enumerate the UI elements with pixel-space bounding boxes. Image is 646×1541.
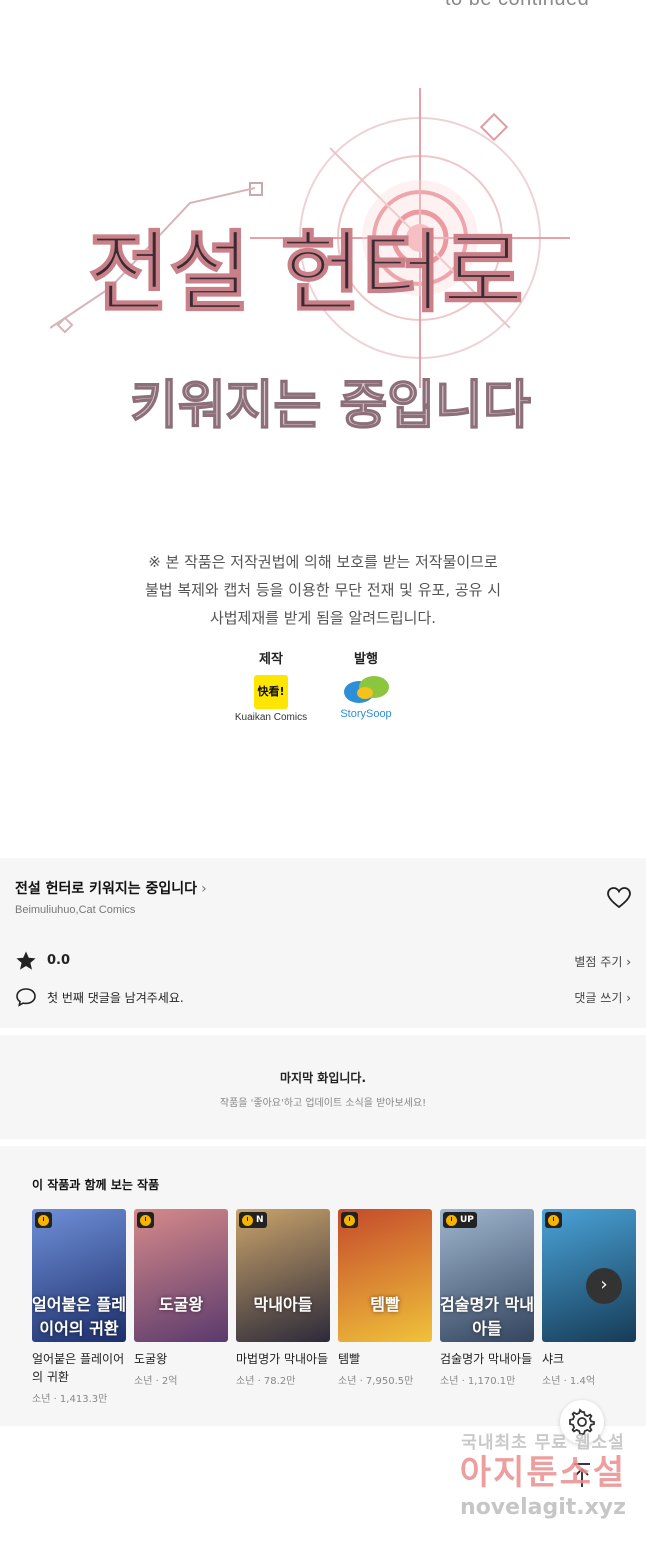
- recommendation-card[interactable]: UP 검술명가 막내아들 검술명가 막내아들 소년 · 1,170.1만: [440, 1209, 534, 1387]
- production-label: 제작: [259, 652, 283, 667]
- svg-text:키워지는 중입니다: 키워지는 중입니다: [130, 375, 531, 436]
- heart-icon[interactable]: [606, 886, 632, 910]
- storysoop-logo: [341, 675, 391, 705]
- copyright-notice: ※ 본 작품은 저작권법에 의해 보호를 받는 저작물이므로 불법 복제와 캡처…: [0, 548, 646, 632]
- recommendation-meta: 소년 · 7,950.5만: [338, 1376, 414, 1387]
- recommendation-carousel[interactable]: 얼어붙은 플레이어의 귀환 얼어붙은 플레이어의 귀환 소년 · 1,413.3만 도…: [32, 1209, 646, 1409]
- write-comment-button[interactable]: 댓글 쓰기 ›: [574, 989, 631, 1006]
- wait-free-badge: N: [239, 1212, 267, 1228]
- recommendation-meta: 소년 · 1,413.3만: [32, 1394, 108, 1405]
- recommendation-card[interactable]: 샤크소년 · 1.4억: [542, 1209, 636, 1387]
- comic-title-logo: 전설 헌터로 키워지는 중입니다: [49, 88, 580, 448]
- recommendation-thumbnail: 도굴왕: [134, 1209, 228, 1342]
- carousel-next-button[interactable]: ›: [586, 1268, 622, 1304]
- credits: 제작 快看! Kuaikan Comics 발행 StorySoop: [0, 648, 646, 728]
- series-authors: Beimuliuhuo,Cat Comics: [15, 904, 136, 916]
- clock-icon: [446, 1214, 457, 1226]
- series-title: 전설 헌터로 키워지는 중입니다: [15, 881, 198, 897]
- recommendation-card[interactable]: 도굴왕 도굴왕 소년 · 2억: [134, 1209, 228, 1387]
- recommendation-title: 검술명가 막내아들: [440, 1352, 533, 1366]
- wait-free-badge: [341, 1212, 358, 1228]
- production-name: Kuaikan Comics: [234, 712, 308, 723]
- publisher-name: StorySoop: [340, 708, 392, 720]
- chevron-right-icon: ›: [201, 881, 207, 897]
- watermark-line2: 아지툰소설: [459, 1453, 627, 1493]
- recommendation-thumbnail: UP 검술명가 막내아들: [440, 1209, 534, 1342]
- recommendation-meta: 소년 · 2억: [134, 1376, 178, 1387]
- clock-icon: [344, 1214, 355, 1226]
- badge-label: UP: [460, 1215, 474, 1225]
- last-episode-title: 마지막 화입니다.: [279, 1071, 367, 1085]
- site-watermark: 국내최초 무료 웹소설 아지툰소설 novelagit.xyz: [440, 1428, 646, 1520]
- svg-text:전설 헌터로: 전설 헌터로: [88, 220, 523, 324]
- comment-prompt: 첫 번째 댓글을 남겨주세요.: [47, 991, 184, 1005]
- recommendation-card[interactable]: N 막내아들마법명가 막내아들소년 · 78.2만: [236, 1209, 330, 1387]
- viewer-page: to be continued 전설 헌터로 키워지는: [0, 0, 646, 1541]
- recommendation-thumbnail: 템빨: [338, 1209, 432, 1342]
- recommendation-meta: 소년 · 1,170.1만: [440, 1376, 516, 1387]
- notice-line: 불법 복제와 캡처 등을 이용한 무단 전재 및 유포, 공유 시: [144, 581, 502, 599]
- clock-icon: [242, 1214, 253, 1226]
- publisher-credit: 발행 StorySoop: [330, 648, 402, 720]
- recommendations-heading: 이 작품과 함께 보는 작품: [32, 1178, 160, 1192]
- series-info-panel: 전설 헌터로 키워지는 중입니다 › Beimuliuhuo,Cat Comics…: [0, 858, 646, 1028]
- wait-free-badge: [137, 1212, 154, 1228]
- recommendation-thumbnail: 얼어붙은 플레이어의 귀환: [32, 1209, 126, 1342]
- cover-title-art: 얼어붙은 플레이어의 귀환: [32, 1295, 126, 1338]
- cover-title-art: 도굴왕: [158, 1295, 204, 1314]
- last-episode-subtitle: 작품을 '좋아요'하고 업데이트 소식을 받아보세요!: [219, 1098, 427, 1109]
- recommendation-title: 템빨: [338, 1352, 361, 1366]
- watermark-line1: 국내최초 무료 웹소설: [461, 1433, 625, 1453]
- write-comment-label: 댓글 쓰기: [574, 991, 623, 1005]
- recommendation-card[interactable]: 얼어붙은 플레이어의 귀환 얼어붙은 플레이어의 귀환 소년 · 1,413.3만: [32, 1209, 126, 1405]
- recommendation-title: 마법명가 막내아들: [236, 1352, 329, 1366]
- recommendation-title: 샤크: [542, 1352, 565, 1366]
- rating-value: 0.0: [47, 953, 71, 968]
- publisher-label: 발행: [354, 652, 378, 667]
- clock-icon: [140, 1214, 151, 1226]
- recommendation-title: 얼어붙은 플레이어의 귀환: [32, 1352, 125, 1384]
- rating-row: 0.0 별점 주기 ›: [15, 950, 631, 974]
- to-be-continued-text: to be continued: [445, 0, 589, 11]
- rate-button-label: 별점 주기: [574, 955, 623, 969]
- wait-free-badge: UP: [443, 1212, 477, 1228]
- comment-row: 첫 번째 댓글을 남겨주세요. 댓글 쓰기 ›: [15, 986, 631, 1010]
- clock-icon: [38, 1214, 49, 1226]
- watermark-line3: novelagit.xyz: [460, 1495, 626, 1520]
- wait-free-badge: [545, 1212, 562, 1228]
- wait-free-badge: [35, 1212, 52, 1228]
- star-icon: [16, 951, 36, 970]
- cover-title-art: 검술명가 막내아들: [440, 1295, 534, 1338]
- recommendations-section: 이 작품과 함께 보는 작품 얼어붙은 플레이어의 귀환 얼어붙은 플레이어의 귀…: [0, 1146, 646, 1426]
- series-title-link[interactable]: 전설 헌터로 키워지는 중입니다 ›: [15, 878, 207, 898]
- rate-button[interactable]: 별점 주기 ›: [574, 953, 631, 970]
- recommendation-thumbnail: N 막내아들: [236, 1209, 330, 1342]
- last-episode-banner: 마지막 화입니다. 작품을 '좋아요'하고 업데이트 소식을 받아보세요!: [0, 1035, 646, 1139]
- production-credit: 제작 快看! Kuaikan Comics: [232, 648, 310, 723]
- badge-label: N: [256, 1215, 264, 1225]
- notice-line: ※ 본 작품은 저작권법에 의해 보호를 받는 저작물이므로: [148, 553, 498, 571]
- cover-title-art: 템빨: [370, 1295, 400, 1314]
- clock-icon: [548, 1214, 559, 1226]
- cover-title-art: 막내아들: [253, 1295, 313, 1314]
- comment-bubble-icon: [16, 988, 36, 1007]
- recommendation-meta: 소년 · 78.2만: [236, 1376, 296, 1387]
- recommendation-title: 도굴왕: [134, 1352, 168, 1366]
- recommendation-meta: 소년 · 1.4억: [542, 1376, 596, 1387]
- kuaikan-logo: 快看!: [254, 675, 288, 709]
- recommendation-card[interactable]: 템빨 템빨 소년 · 7,950.5만: [338, 1209, 432, 1387]
- notice-line: 사법제재를 받게 됨을 알려드립니다.: [209, 609, 437, 627]
